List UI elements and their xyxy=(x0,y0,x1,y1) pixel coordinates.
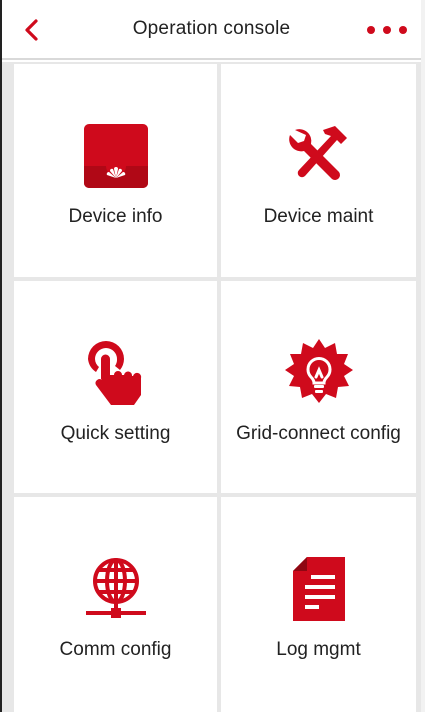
bulb-icon xyxy=(279,333,359,413)
more-dots-icon xyxy=(367,26,375,34)
touch-icon xyxy=(76,333,156,413)
quick-setting-tile[interactable]: Quick setting xyxy=(14,281,217,493)
network-globe-icon xyxy=(76,549,156,629)
device-info-label: Device info xyxy=(68,206,163,227)
more-dot xyxy=(383,26,391,34)
back-button[interactable] xyxy=(20,18,44,42)
screen-edge-right xyxy=(421,0,425,712)
device-maint-tile[interactable]: Device maint xyxy=(221,64,416,277)
more-button[interactable] xyxy=(367,24,407,36)
quick-setting-label: Quick setting xyxy=(60,423,171,444)
comm-config-tile[interactable]: Comm config xyxy=(14,497,217,712)
operation-console-screen: Operation console Device info Device mai… xyxy=(0,0,425,712)
more-dot xyxy=(399,26,407,34)
tools-icon xyxy=(279,116,359,196)
comm-config-label: Comm config xyxy=(59,639,172,660)
log-mgmt-label: Log mgmt xyxy=(276,639,361,660)
device-info-tile[interactable]: Device info xyxy=(14,64,217,277)
device-maint-label: Device maint xyxy=(263,206,374,227)
log-mgmt-tile[interactable]: Log mgmt xyxy=(221,497,416,712)
document-icon xyxy=(279,549,359,629)
grid-connect-config-label: Grid-connect config xyxy=(236,423,401,444)
page-title: Operation console xyxy=(132,18,291,39)
chevron-left-icon xyxy=(25,19,38,41)
menu-grid: Device info Device maint Quick setting G… xyxy=(2,62,421,712)
device-info-icon xyxy=(76,116,156,196)
grid-connect-config-tile[interactable]: Grid-connect config xyxy=(221,281,416,493)
header-bar: Operation console xyxy=(2,0,421,60)
